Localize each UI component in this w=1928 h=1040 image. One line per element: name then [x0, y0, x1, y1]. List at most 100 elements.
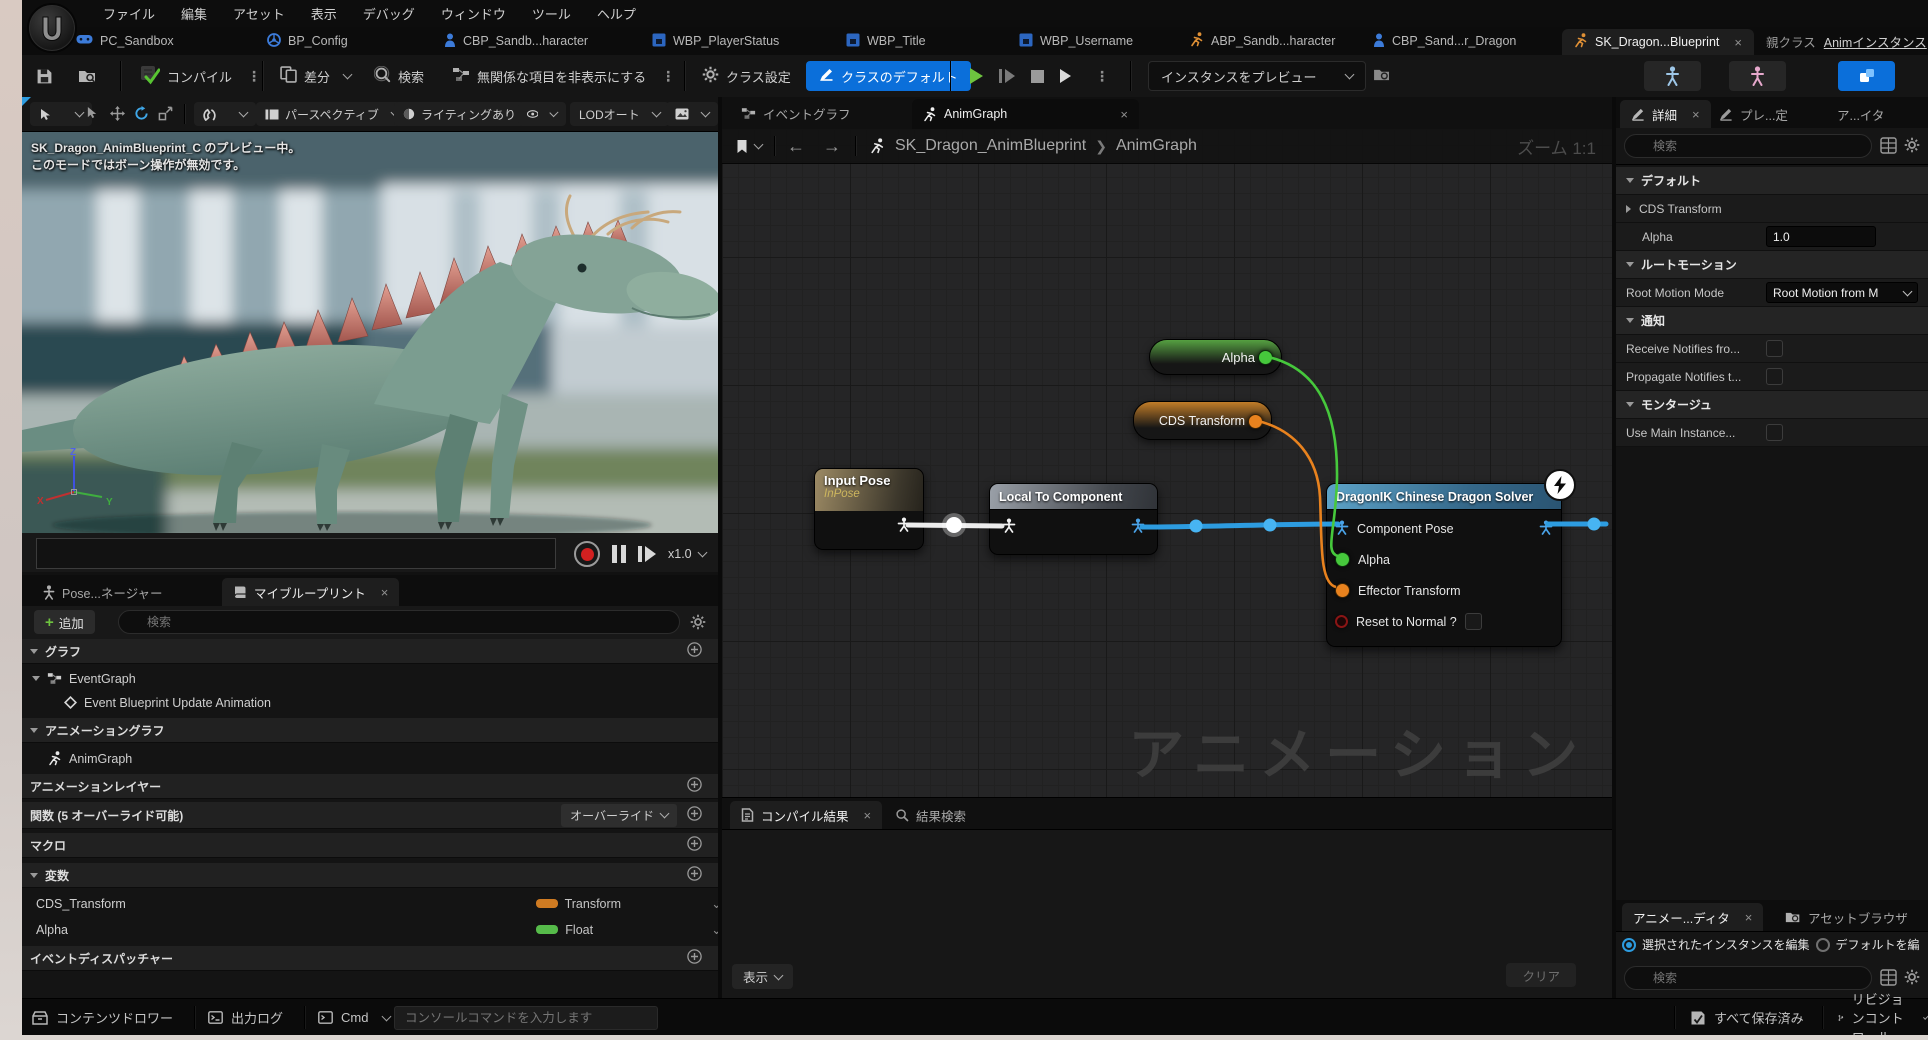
preview-mesh-button[interactable] — [1644, 61, 1701, 91]
browse-instance-icon[interactable] — [1373, 68, 1391, 85]
node-local-to-component[interactable]: Local To Component — [989, 483, 1158, 555]
details-section-default[interactable]: デフォルト — [1616, 167, 1928, 195]
splitter-left[interactable] — [718, 97, 722, 998]
effector-transform-input-pin[interactable] — [1335, 583, 1350, 598]
section-variables[interactable]: 変数 — [22, 863, 718, 888]
tab-details[interactable]: 詳細 × — [1620, 100, 1711, 128]
component-pose-input-pin[interactable] — [1335, 520, 1349, 538]
nav-forward-icon[interactable]: → — [823, 136, 841, 157]
hide-unrelated-options-icon[interactable]: ⋮ — [661, 68, 675, 85]
details-section-root-motion[interactable]: ルートモーション — [1616, 251, 1928, 279]
step-into-icon[interactable] — [999, 69, 1015, 83]
edit-instance-radio[interactable] — [1622, 938, 1636, 952]
nav-back-icon[interactable]: ← — [787, 136, 805, 157]
find-button[interactable]: 検索 — [374, 55, 424, 97]
console-command-input[interactable] — [394, 1006, 658, 1030]
node-input-pose[interactable]: Input Pose InPose — [814, 468, 924, 550]
stop-icon[interactable] — [1031, 70, 1044, 83]
tab-cbp-sandbox-dragon[interactable]: CBP_Sand...r_Dragon — [1373, 27, 1516, 55]
bookmark-dropdown[interactable] — [736, 139, 762, 154]
tab-compile-results[interactable]: コンパイル結果 × — [730, 801, 882, 829]
tab-anim-preview-editor[interactable]: アニメー...ディタ × — [1622, 903, 1763, 931]
screenshot-button[interactable] — [666, 102, 718, 126]
component-pose-output-pin[interactable] — [1131, 518, 1145, 536]
tree-item-event-update-anim[interactable]: Event Blueprint Update Animation — [22, 691, 760, 714]
menu-tools[interactable]: ツール — [519, 0, 584, 27]
reset-to-normal-checkbox[interactable] — [1465, 613, 1482, 630]
step-forward-icon[interactable] — [638, 546, 656, 562]
tab-cbp-sandbox-character[interactable]: CBP_Sandb...haracter — [444, 27, 588, 55]
record-icon[interactable] — [574, 541, 600, 567]
playback-speed-dropdown[interactable]: x1.0 — [668, 547, 706, 561]
override-dropdown[interactable]: オーバーライド — [561, 804, 677, 827]
timeline-scrubber[interactable] — [36, 538, 556, 569]
edit-defaults-radio[interactable] — [1816, 938, 1830, 952]
tab-wbp-username[interactable]: WBP_Username — [1019, 27, 1133, 55]
add-layer-icon[interactable] — [687, 777, 702, 795]
add-dispatcher-icon[interactable] — [687, 949, 702, 967]
cmd-dropdown[interactable]: Cmd — [318, 999, 390, 1035]
content-drawer-button[interactable]: コンテンツドロワー — [32, 999, 173, 1035]
root-motion-mode-dropdown[interactable]: Root Motion from M — [1766, 282, 1918, 303]
class-settings-button[interactable]: クラス設定 — [702, 55, 791, 97]
tab-find-results[interactable]: 結果検索 — [884, 801, 977, 829]
hide-unrelated-button[interactable]: 無関係な項目を非表示にする ⋮ — [452, 55, 675, 97]
close-tab-icon[interactable]: × — [1120, 108, 1128, 121]
compile-button[interactable]: コンパイル ⋮ — [140, 55, 261, 97]
details-search-input[interactable] — [1624, 134, 1872, 158]
select-tool-icon[interactable] — [86, 106, 99, 123]
save-button[interactable] — [36, 55, 53, 97]
close-tab-icon[interactable]: × — [1734, 36, 1742, 49]
grid-view-icon[interactable] — [1880, 137, 1897, 154]
reset-to-normal-input-pin[interactable] — [1335, 615, 1348, 628]
node-dragonik-solver[interactable]: DragonIK Chinese Dragon Solver Component… — [1326, 483, 1562, 647]
tab-asset-browser[interactable]: アセットブラウザ — [1774, 903, 1919, 931]
rotate-tool-icon[interactable] — [134, 106, 149, 124]
viewport-menu-button[interactable] — [30, 102, 92, 126]
alpha-input-pin[interactable] — [1335, 552, 1350, 567]
tab-my-blueprint[interactable]: マイブループリント × — [222, 578, 399, 606]
section-macros[interactable]: マクロ — [22, 833, 718, 858]
cds-transform-output-pin[interactable] — [1248, 414, 1263, 429]
lod-dropdown[interactable]: LODオート — [570, 102, 669, 126]
receive-notifies-checkbox[interactable] — [1766, 340, 1783, 357]
close-tab-icon[interactable]: × — [1692, 108, 1700, 121]
add-macro-icon[interactable] — [687, 836, 702, 854]
tree-item-animgraph[interactable]: AnimGraph — [22, 747, 744, 770]
propagate-notifies-checkbox[interactable] — [1766, 368, 1783, 385]
close-tab-icon[interactable]: × — [1745, 911, 1753, 924]
menu-edit[interactable]: 編集 — [168, 0, 220, 27]
menu-asset[interactable]: アセット — [220, 0, 298, 27]
save-all-status[interactable]: すべて保存済み — [1690, 999, 1804, 1035]
play-options-icon[interactable]: ⋮ — [1095, 68, 1109, 85]
tab-abp-sandbox-character[interactable]: ABP_Sandb...haracter — [1190, 27, 1335, 55]
component-pose-output-pin[interactable] — [1539, 520, 1553, 538]
section-animation-layers[interactable]: アニメーションレイヤー — [22, 774, 718, 799]
tab-pc-sandbox[interactable]: PC_Sandbox — [76, 27, 174, 55]
local-pose-input-pin[interactable] — [1002, 518, 1016, 536]
preview-instance-dropdown[interactable]: インスタンスをプレビュー — [1148, 55, 1391, 97]
revision-control-button[interactable]: リビジョンコントロール — [1838, 999, 1928, 1035]
pause-icon[interactable] — [612, 545, 626, 563]
play-icon[interactable] — [970, 68, 983, 84]
tab-eventgraph-doc[interactable]: イベントグラフ — [730, 99, 862, 127]
step-icon[interactable] — [1060, 69, 1071, 83]
close-tab-icon[interactable]: × — [864, 809, 872, 822]
add-new-button[interactable]: + 追加 — [34, 610, 95, 634]
tree-item-eventgraph[interactable]: EventGraph — [22, 667, 728, 690]
node-get-cds-transform[interactable]: CDS Transform — [1133, 401, 1272, 440]
perspective-dropdown[interactable]: パースペクティブ — [256, 102, 408, 126]
gear-icon[interactable] — [1904, 137, 1920, 153]
preview-animation-button[interactable] — [1729, 61, 1786, 91]
tab-animgraph-doc[interactable]: AnimGraph × — [912, 99, 1139, 129]
section-event-dispatchers[interactable]: イベントディスパッチャー — [22, 946, 718, 971]
menu-view[interactable]: 表示 — [298, 0, 350, 27]
tab-bp-config[interactable]: BP_Config — [267, 27, 348, 55]
my-blueprint-search-input[interactable] — [118, 610, 680, 634]
use-main-instance-checkbox[interactable] — [1766, 424, 1783, 441]
gear-icon[interactable] — [1904, 969, 1920, 985]
show-filter-dropdown[interactable]: 表示 — [732, 964, 793, 989]
details-row-cds-transform[interactable]: CDS Transform — [1616, 195, 1928, 223]
gear-icon[interactable] — [690, 614, 706, 630]
snap-settings-button[interactable] — [194, 102, 256, 126]
